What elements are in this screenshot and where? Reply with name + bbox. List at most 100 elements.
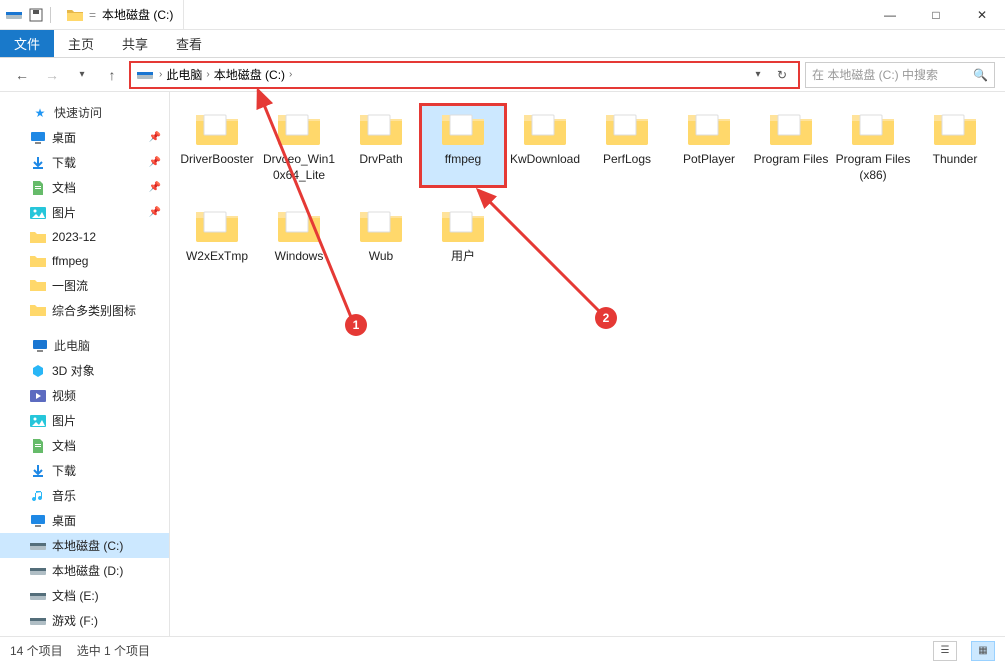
sidebar-item-quick-3[interactable]: 图片📌 <box>0 200 169 225</box>
divider-icon <box>50 7 51 23</box>
sidebar-item-label: 音乐 <box>52 487 76 504</box>
minimize-button[interactable]: — <box>867 0 913 30</box>
icons-view-button[interactable]: ▦ <box>971 641 995 661</box>
sidebar-item-quick-0[interactable]: 桌面📌 <box>0 125 169 150</box>
sidebar-item-label: ffmpeg <box>52 254 88 268</box>
item-label: Program Files <box>754 152 829 168</box>
search-input[interactable] <box>812 68 969 82</box>
sidebar-item-quick-7[interactable]: 综合多类别图标 <box>0 298 169 323</box>
sidebar-item-quick-6[interactable]: 一图流 <box>0 273 169 298</box>
sidebar-item-thispc-8[interactable]: 本地磁盘 (D:) <box>0 558 169 583</box>
content-item-0[interactable]: DriverBooster <box>176 106 258 185</box>
maximize-button[interactable]: □ <box>913 0 959 30</box>
content-item-10[interactable]: W2xExTmp <box>176 203 258 267</box>
sidebar-quick-header[interactable]: ★ 快速访问 <box>0 100 169 125</box>
details-view-button[interactable]: ☰ <box>933 641 957 661</box>
content-item-11[interactable]: Windows <box>258 203 340 267</box>
chevron-right-icon[interactable]: › <box>206 69 209 80</box>
video-icon <box>30 388 46 404</box>
sidebar-item-thispc-0[interactable]: 3D 对象 <box>0 358 169 383</box>
chevron-right-icon[interactable]: › <box>289 69 292 80</box>
sidebar-item-quick-5[interactable]: ffmpeg <box>0 249 169 273</box>
content-item-12[interactable]: Wub <box>340 203 422 267</box>
content-item-3[interactable]: ffmpeg <box>422 106 504 185</box>
status-count: 14 个项目 <box>10 642 63 659</box>
content-item-2[interactable]: DrvPath <box>340 106 422 185</box>
content-item-5[interactable]: PerfLogs <box>586 106 668 185</box>
sidebar-thispc-group: 此电脑 3D 对象视频图片文档下载音乐桌面本地磁盘 (C:) 本地磁盘 (D:)文… <box>0 333 169 633</box>
picture-icon <box>30 413 46 429</box>
item-label: PerfLogs <box>603 152 651 168</box>
file-tab[interactable]: 文件 <box>0 30 54 57</box>
content-item-8[interactable]: Program Files (x86) <box>832 106 914 185</box>
content-item-13[interactable]: 用户 <box>422 203 504 267</box>
sidebar-item-quick-4[interactable]: 2023-12 <box>0 225 169 249</box>
crumb-drive-c[interactable]: 本地磁盘 (C:) <box>214 66 285 83</box>
folder-icon <box>521 108 569 148</box>
drive-icon <box>30 588 46 604</box>
sidebar-item-thispc-3[interactable]: 文档 <box>0 433 169 458</box>
sidebar-item-thispc-6[interactable]: 桌面 <box>0 508 169 533</box>
drive-icon <box>6 7 22 23</box>
folder-icon <box>685 108 733 148</box>
content-item-6[interactable]: PotPlayer <box>668 106 750 185</box>
back-button[interactable]: ← <box>10 63 34 87</box>
recent-dropdown[interactable]: ▾ <box>70 63 94 87</box>
folder-icon <box>357 108 405 148</box>
sidebar-item-label: 本地磁盘 (C:) <box>52 537 123 554</box>
close-button[interactable]: ✕ <box>959 0 1005 30</box>
search-box[interactable]: 🔍 <box>805 62 995 88</box>
drive-icon <box>30 538 46 554</box>
tab-share[interactable]: 共享 <box>108 30 162 57</box>
sidebar-item-thispc-10[interactable]: 游戏 (F:) <box>0 608 169 633</box>
content-item-7[interactable]: Program Files <box>750 106 832 185</box>
folder-icon <box>67 8 83 22</box>
sidebar-item-label: 文档 <box>52 179 76 196</box>
desktop-icon <box>30 513 46 529</box>
tab-view[interactable]: 查看 <box>162 30 216 57</box>
sidebar-item-label: 下载 <box>52 462 76 479</box>
sidebar-thispc-label: 此电脑 <box>54 337 90 354</box>
sidebar-item-thispc-5[interactable]: 音乐 <box>0 483 169 508</box>
sidebar-item-quick-2[interactable]: 文档 📌 <box>0 175 169 200</box>
sidebar-quick-group: ★ 快速访问 桌面📌下载📌 文档 📌 图片📌 2023-12 ffmpeg 一图流综合多类别… <box>0 100 169 323</box>
sidebar-item-label: 视频 <box>52 387 76 404</box>
sidebar-item-label: 桌面 <box>52 129 76 146</box>
up-button[interactable]: ↑ <box>100 63 124 87</box>
sidebar-item-thispc-9[interactable]: 文档 (E:) <box>0 583 169 608</box>
sidebar-item-label: 3D 对象 <box>52 362 95 379</box>
item-label: PotPlayer <box>683 152 735 168</box>
folder-icon <box>439 205 487 245</box>
tab-home[interactable]: 主页 <box>54 30 108 57</box>
folder-icon <box>767 108 815 148</box>
forward-button[interactable]: → <box>40 63 64 87</box>
sidebar-item-thispc-4[interactable]: 下载 <box>0 458 169 483</box>
address-bar[interactable]: › 此电脑 › 本地磁盘 (C:) › ▾ ↻ <box>130 62 799 88</box>
item-label: Program Files (x86) <box>834 152 912 183</box>
crumb-thispc[interactable]: 此电脑 <box>166 66 202 83</box>
picture-icon <box>30 205 46 221</box>
content-item-1[interactable]: Drvceo_Win10x64_Lite <box>258 106 340 185</box>
save-icon[interactable] <box>28 7 44 23</box>
sidebar-item-thispc-7[interactable]: 本地磁盘 (C:) <box>0 533 169 558</box>
title-sep: = <box>89 8 96 22</box>
item-label: Drvceo_Win10x64_Lite <box>260 152 338 183</box>
folder-icon <box>849 108 897 148</box>
sidebar-item-label: 2023-12 <box>52 230 96 244</box>
sidebar-item-thispc-2[interactable]: 图片 <box>0 408 169 433</box>
content-item-9[interactable]: Thunder <box>914 106 996 185</box>
sidebar-item-quick-1[interactable]: 下载📌 <box>0 150 169 175</box>
item-label: Windows <box>275 249 324 265</box>
refresh-button[interactable]: ↻ <box>772 65 792 85</box>
search-icon[interactable]: 🔍 <box>973 68 988 82</box>
history-dropdown[interactable]: ▾ <box>748 65 768 85</box>
content-pane[interactable]: DriverBoosterDrvceo_Win10x64_LiteDrvPath… <box>170 92 1005 636</box>
sidebar-thispc-header[interactable]: 此电脑 <box>0 333 169 358</box>
content-item-4[interactable]: KwDownload <box>504 106 586 185</box>
navbar: ← → ▾ ↑ › 此电脑 › 本地磁盘 (C:) › ▾ ↻ 🔍 <box>0 58 1005 92</box>
document-icon <box>30 438 46 454</box>
chevron-right-icon[interactable]: › <box>159 69 162 80</box>
pin-icon: 📌 <box>149 182 161 193</box>
drive-icon <box>30 613 46 629</box>
sidebar-item-thispc-1[interactable]: 视频 <box>0 383 169 408</box>
